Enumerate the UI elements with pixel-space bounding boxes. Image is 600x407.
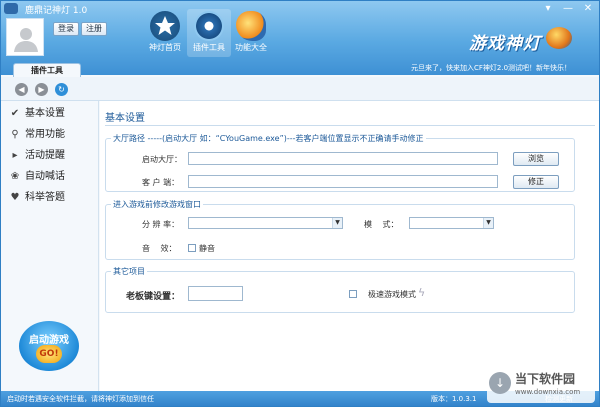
watermark: ↓ 当下软件园 www.downxia.com	[487, 367, 595, 403]
minimize-icon[interactable]: —	[561, 2, 575, 15]
sound-label: 音 效：	[142, 244, 177, 253]
lobby-path-label: 启动大厅：	[142, 155, 182, 164]
paw-icon: ❀	[10, 171, 20, 182]
mute-checkbox[interactable]	[188, 244, 196, 252]
go-badge: GO!	[36, 345, 62, 363]
sidebar-item-basic-settings[interactable]: ✔ 基本设置	[11, 107, 65, 121]
game-window-group: 进入游戏前修改游戏窗口 分 辨 率： ▼ 模 式： ▼ 音 效： 静音	[105, 199, 575, 260]
download-icon: ↓	[489, 372, 511, 394]
other-items-group: 其它项目 老板键设置： 极速游戏模式 ϟ	[105, 266, 575, 313]
header-bar: 鹿鼎记神灯 1.0 ▾ — ✕ 登录 注册 神灯首页 插件工具 功能大全 游戏神…	[1, 1, 599, 77]
heart-icon: ♥	[10, 192, 20, 203]
forward-icon[interactable]: ▶	[35, 83, 48, 96]
path-hint: -----(启动大厅 如：“CYouGame.exe”)---若客户端位置显示不…	[147, 134, 424, 143]
watermark-url: www.downxia.com	[515, 388, 581, 396]
client-path-input[interactable]	[188, 175, 498, 188]
resolution-select[interactable]: ▼	[188, 217, 343, 229]
toolbar: ◀ ▶ ↻	[1, 77, 599, 101]
sidebar-item-common-functions[interactable]: ⚲ 常用功能	[11, 128, 65, 142]
close-icon[interactable]: ✕	[581, 2, 595, 15]
page-title: 基本设置	[105, 113, 145, 124]
sidebar-item-auto-shout[interactable]: ❀ 自动喊话	[11, 170, 65, 184]
chevron-down-icon: ▼	[332, 218, 342, 228]
sidebar-item-exam-answers[interactable]: ♥ 科举答题	[11, 191, 65, 205]
notice-text: 元旦来了，快来加入CF神灯2.0测试吧！新年快乐！	[411, 64, 572, 72]
avatar[interactable]	[6, 18, 44, 56]
check-icon: ✔	[10, 108, 20, 119]
speed-mode-checkbox[interactable]	[349, 290, 357, 298]
register-button[interactable]: 注册	[81, 22, 107, 36]
chevron-down-icon: ▼	[483, 218, 493, 228]
fix-button[interactable]: 修正	[513, 175, 559, 189]
user-icon	[14, 28, 38, 52]
triangle-icon: ▸	[12, 150, 18, 161]
browse-button[interactable]: 浏览	[513, 152, 559, 166]
window-title: 鹿鼎记神灯 1.0	[25, 6, 88, 16]
tab-plugin-tools[interactable]: 插件工具	[13, 63, 81, 77]
back-icon[interactable]: ◀	[15, 83, 28, 96]
window-controls: ▾ — ✕	[541, 2, 595, 15]
status-message: 启动时若遇安全软件拦截，请将神灯添加到信任	[7, 395, 154, 403]
start-game-button[interactable]: 启动游戏 GO!	[19, 321, 79, 371]
path-group: 大厅路径 -----(启动大厅 如：“CYouGame.exe”)---若客户端…	[105, 133, 575, 192]
lightning-icon: ϟ	[418, 286, 426, 299]
gear-icon	[194, 11, 224, 41]
brand-ball-icon	[546, 27, 572, 49]
path-group-legend: 大厅路径	[113, 134, 145, 143]
watermark-title: 当下软件园	[515, 372, 576, 386]
boss-key-label: 老板键设置：	[126, 292, 181, 302]
star-icon	[150, 11, 180, 41]
boss-key-input[interactable]	[188, 286, 243, 301]
sidebar-item-event-reminder[interactable]: ▸ 活动提醒	[12, 149, 65, 163]
mode-label: 模 式：	[364, 220, 399, 229]
other-items-legend: 其它项目	[111, 266, 147, 277]
lobby-path-input[interactable]	[188, 152, 498, 165]
nav-features[interactable]: 功能大全	[229, 9, 273, 57]
menu-icon[interactable]: ▾	[541, 2, 555, 15]
brand-logo: 游戏神灯	[469, 34, 541, 54]
app-window: 鹿鼎记神灯 1.0 ▾ — ✕ 登录 注册 神灯首页 插件工具 功能大全 游戏神…	[0, 0, 600, 407]
app-icon	[4, 3, 18, 14]
nav-plugin-tools[interactable]: 插件工具	[187, 9, 231, 57]
nav-home[interactable]: 神灯首页	[143, 9, 187, 57]
fish-icon	[236, 11, 266, 41]
title-divider	[105, 125, 595, 126]
resolution-label: 分 辨 率：	[142, 220, 180, 229]
speed-mode-label: 极速游戏模式	[368, 290, 416, 299]
login-button[interactable]: 登录	[53, 22, 79, 36]
refresh-icon[interactable]: ↻	[55, 83, 68, 96]
key-icon: ⚲	[11, 129, 19, 140]
mute-label: 静音	[199, 244, 215, 253]
sidebar: ✔ 基本设置 ⚲ 常用功能 ▸ 活动提醒 ❀ 自动喊话 ♥ 科举答题 启动游戏 GO!	[1, 101, 99, 391]
mode-select[interactable]: ▼	[409, 217, 494, 229]
main-panel: 基本设置 大厅路径 -----(启动大厅 如：“CYouGame.exe”)--…	[100, 101, 599, 391]
client-path-label: 客 户 端：	[142, 178, 180, 187]
game-window-legend: 进入游戏前修改游戏窗口	[111, 199, 203, 210]
version-label: 版本：1.0.3.1	[431, 395, 477, 403]
